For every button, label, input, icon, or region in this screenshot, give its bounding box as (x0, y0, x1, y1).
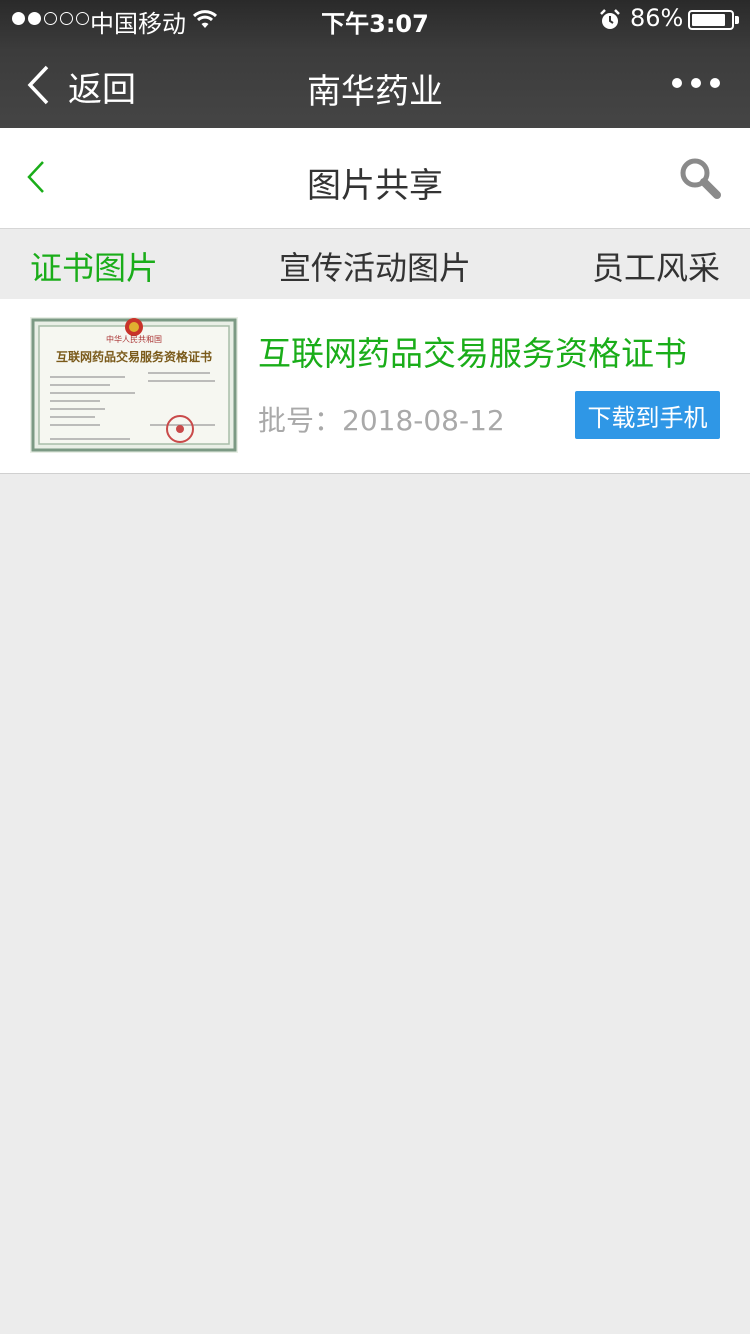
item-batch-number: 批号：2018-08-12 (258, 404, 505, 437)
download-to-phone-button[interactable]: 下载到手机 (575, 391, 720, 439)
tab-staff[interactable]: 员工风采 (592, 243, 720, 289)
certificate-thumbnail[interactable]: 中华人民共和国 互联网药品交易服务资格证书 (30, 317, 238, 453)
battery-percent: 86% (630, 4, 684, 32)
more-icon[interactable] (672, 78, 720, 88)
list-item[interactable]: 中华人民共和国 互联网药品交易服务资格证书 互联网药品交易服务资格证书 批号：2… (0, 299, 750, 474)
page-title: 图片共享 (307, 166, 443, 206)
category-tabs: 证书图片 宣传活动图片 员工风采 (0, 229, 750, 299)
status-bar: 中国移动 下午3:07 86% (0, 0, 750, 40)
page-header: 图片共享 (0, 128, 750, 229)
thumbnail-header-text: 中华人民共和国 (106, 334, 162, 344)
item-title[interactable]: 互联网药品交易服务资格证书 (258, 327, 687, 375)
nav-bar: 返回 南华药业 (0, 40, 750, 128)
app-title: 南华药业 (307, 72, 443, 112)
alarm-icon (598, 8, 622, 36)
battery-icon (688, 10, 739, 30)
top-bar: 中国移动 下午3:07 86% 返回 南华药业 (0, 0, 750, 128)
tab-promotion[interactable]: 宣传活动图片 (279, 243, 471, 289)
search-icon[interactable] (678, 156, 722, 204)
thumbnail-title-text: 互联网药品交易服务资格证书 (56, 349, 212, 364)
tab-certificates[interactable]: 证书图片 (30, 243, 158, 289)
